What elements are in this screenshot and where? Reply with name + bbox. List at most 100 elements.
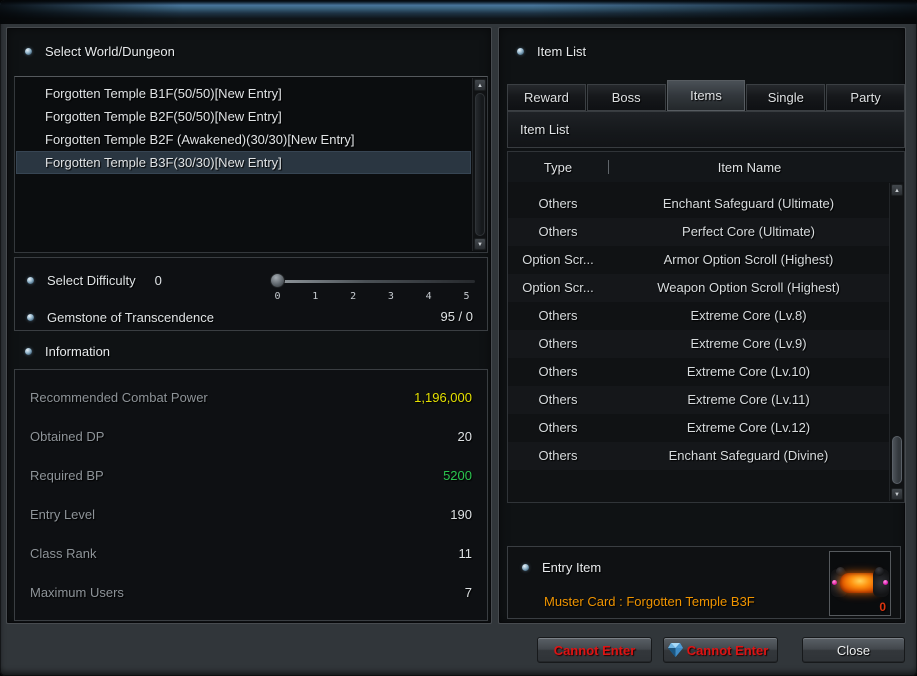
information-row-value: 20 xyxy=(458,429,472,444)
item-table-row[interactable]: Others Enchant Safeguard (Divine) xyxy=(508,442,889,470)
item-name-column-header: Item Name xyxy=(609,160,904,175)
gem-enter-button[interactable]: Cannot Enter xyxy=(663,637,778,663)
close-button[interactable]: Close xyxy=(802,637,905,663)
difficulty-box: Select Difficulty 0 012345 Gemstone of T… xyxy=(14,257,488,331)
dungeon-entry-window: Select World/Dungeon Forgotten Temple B1… xyxy=(0,0,917,676)
scrollbar-thumb[interactable] xyxy=(475,93,485,236)
information-row-label: Required BP xyxy=(30,468,104,483)
item-table-scrollbar[interactable]: ▲ ▼ xyxy=(889,183,903,501)
information-row: Recommended Combat Power 1,196,000 xyxy=(15,390,487,405)
item-type-cell: Others xyxy=(508,218,608,246)
item-tab[interactable]: Items xyxy=(667,80,746,111)
bullet-icon xyxy=(517,48,524,55)
dungeon-list-item[interactable]: Forgotten Temple B2F (Awakened)(30/30)[N… xyxy=(16,128,471,151)
slider-tick-label: 0 xyxy=(272,291,283,302)
item-table-row[interactable]: Others Extreme Core (Lv.9) xyxy=(508,330,889,358)
enter-button[interactable]: Cannot Enter xyxy=(537,637,652,663)
entry-item-header: Entry Item xyxy=(522,560,601,575)
item-list-header: Item List xyxy=(517,44,586,59)
dungeon-list-item[interactable]: Forgotten Temple B1F(50/50)[New Entry] xyxy=(16,82,471,105)
slider-handle[interactable] xyxy=(270,273,285,288)
slider-tick-label: 1 xyxy=(310,291,321,302)
entry-item-count: 0 xyxy=(879,600,886,614)
item-type-cell: Others xyxy=(508,386,608,414)
item-table-row[interactable]: Others Enchant Safeguard (Ultimate) xyxy=(508,190,889,218)
muster-card-icon xyxy=(833,569,887,597)
difficulty-slider[interactable]: 012345 xyxy=(263,270,479,308)
gemstone-row: Gemstone of Transcendence xyxy=(27,306,214,328)
item-tab[interactable]: Party xyxy=(826,84,905,111)
slider-tick-label: 5 xyxy=(461,291,472,302)
information-row-label: Obtained DP xyxy=(30,429,104,444)
bullet-icon xyxy=(27,314,34,321)
item-tab[interactable]: Reward xyxy=(507,84,586,111)
scroll-up-icon[interactable]: ▲ xyxy=(891,184,903,196)
select-world-dungeon-header: Select World/Dungeon xyxy=(25,44,175,59)
item-tab[interactable]: Boss xyxy=(587,84,666,111)
scroll-down-icon[interactable]: ▼ xyxy=(474,238,486,250)
item-table-row[interactable]: Option Scr... Weapon Option Scroll (High… xyxy=(508,274,889,302)
information-row: Required BP 5200 xyxy=(15,468,487,483)
information-row-value: 190 xyxy=(450,507,472,522)
world-dungeon-panel: Select World/Dungeon Forgotten Temple B1… xyxy=(6,27,492,624)
item-name-cell: Extreme Core (Lv.11) xyxy=(608,386,889,414)
item-tab[interactable]: Single xyxy=(746,84,825,111)
item-table-row[interactable]: Option Scr... Armor Option Scroll (Highe… xyxy=(508,246,889,274)
item-name-cell: Extreme Core (Lv.8) xyxy=(608,302,889,330)
item-table-row[interactable]: Others Extreme Core (Lv.8) xyxy=(508,302,889,330)
item-name-cell: Extreme Core (Lv.9) xyxy=(608,330,889,358)
entry-item-box: Entry Item Muster Card : Forgotten Templ… xyxy=(507,546,901,619)
bullet-icon xyxy=(25,348,32,355)
select-world-dungeon-label: Select World/Dungeon xyxy=(45,44,175,59)
enter-button-label: Cannot Enter xyxy=(554,643,636,658)
information-row-label: Entry Level xyxy=(30,507,95,522)
scroll-down-icon[interactable]: ▼ xyxy=(891,488,903,500)
scrollbar-thumb[interactable] xyxy=(892,436,902,484)
item-table-row[interactable]: Others Extreme Core (Lv.11) xyxy=(508,386,889,414)
item-table-row[interactable]: Others Extreme Core (Lv.12) xyxy=(508,414,889,442)
information-row: Class Rank 11 xyxy=(15,546,487,561)
bullet-icon xyxy=(25,48,32,55)
information-row: Entry Level 190 xyxy=(15,507,487,522)
slider-track[interactable] xyxy=(277,280,475,283)
dungeon-list-item[interactable]: Forgotten Temple B3F(30/30)[New Entry] xyxy=(16,151,471,174)
information-row-label: Class Rank xyxy=(30,546,96,561)
item-table: Type Item Name Others Enchant Safeguard … xyxy=(507,151,905,503)
information-row-label: Maximum Users xyxy=(30,585,124,600)
item-name-cell: Perfect Core (Ultimate) xyxy=(608,218,889,246)
gemstone-label: Gemstone of Transcendence xyxy=(47,310,214,325)
item-table-row[interactable]: Others Perfect Core (Ultimate) xyxy=(508,218,889,246)
item-name-cell: Enchant Safeguard (Divine) xyxy=(608,442,889,470)
information-row-value: 11 xyxy=(459,546,473,561)
item-name-cell: Extreme Core (Lv.10) xyxy=(608,358,889,386)
entry-item-slot: 0 xyxy=(829,551,891,616)
item-table-body: Others Enchant Safeguard (Ultimate) Othe… xyxy=(508,182,889,502)
entry-item-label: Entry Item xyxy=(542,560,601,575)
close-button-label: Close xyxy=(837,643,870,658)
gem-icon xyxy=(667,642,684,658)
item-type-cell: Others xyxy=(508,190,608,218)
dungeon-list-item[interactable]: Forgotten Temple B2F(50/50)[New Entry] xyxy=(16,105,471,128)
window-title-bar xyxy=(0,0,917,24)
item-name-cell: Armor Option Scroll (Highest) xyxy=(608,246,889,274)
item-name-cell: Enchant Safeguard (Ultimate) xyxy=(608,190,889,218)
information-row-label: Recommended Combat Power xyxy=(30,390,208,405)
item-tabs: Reward Boss Items Single Party xyxy=(507,80,905,111)
information-row: Obtained DP 20 xyxy=(15,429,487,444)
scroll-up-icon[interactable]: ▲ xyxy=(474,79,486,91)
dungeon-list: Forgotten Temple B1F(50/50)[New Entry] F… xyxy=(14,76,488,253)
dungeon-list-scrollbar[interactable]: ▲ ▼ xyxy=(472,78,486,251)
difficulty-label: Select Difficulty xyxy=(47,273,136,288)
slider-ticks: 012345 xyxy=(272,291,472,302)
item-table-row[interactable]: Others Extreme Core (Lv.10) xyxy=(508,358,889,386)
item-name-cell: Weapon Option Scroll (Highest) xyxy=(608,274,889,302)
information-row-value: 5200 xyxy=(443,468,472,483)
information-row-value: 1,196,000 xyxy=(414,390,472,405)
item-type-cell: Others xyxy=(508,414,608,442)
item-type-cell: Others xyxy=(508,442,608,470)
information-header: Information xyxy=(25,344,110,359)
difficulty-value: 0 xyxy=(155,273,162,288)
slider-tick-label: 3 xyxy=(385,291,396,302)
slider-tick-label: 4 xyxy=(423,291,434,302)
difficulty-row: Select Difficulty 0 xyxy=(27,269,162,291)
